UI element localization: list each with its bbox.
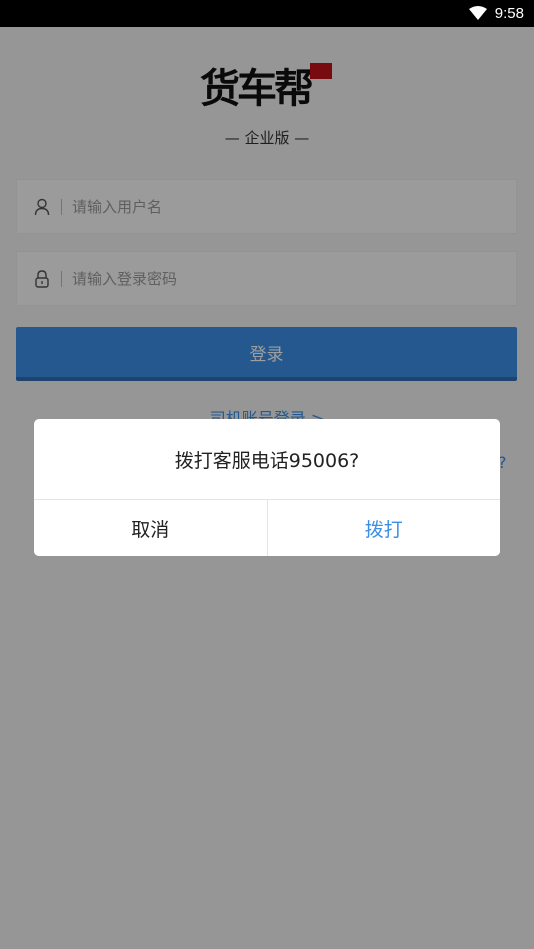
wifi-icon xyxy=(468,6,487,21)
dialog-message: 拨打客服电话95006? xyxy=(34,419,500,500)
call-dialog: 拨打客服电话95006? 取消 拨打 xyxy=(34,419,500,556)
status-bar: 9:58 xyxy=(0,0,534,27)
dialog-actions: 取消 拨打 xyxy=(34,500,500,556)
status-time: 9:58 xyxy=(494,5,524,22)
cancel-button[interactable]: 取消 xyxy=(34,500,268,556)
call-button[interactable]: 拨打 xyxy=(267,500,500,556)
